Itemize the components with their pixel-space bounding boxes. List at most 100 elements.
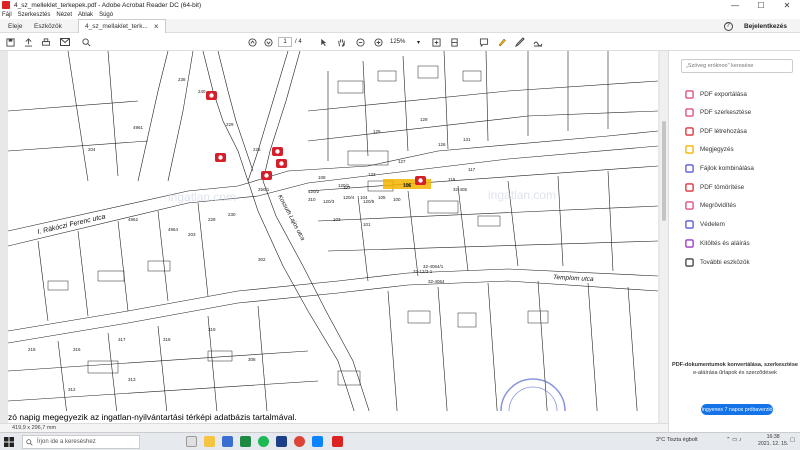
- word-icon[interactable]: [222, 436, 233, 447]
- acrobat-app-icon: [2, 1, 10, 9]
- parcel-number-label: 302: [258, 257, 266, 262]
- cadastral-map: 106 I. Rákóczi Ferenc utca Templom utca …: [8, 51, 658, 423]
- page-number-input[interactable]: 1: [278, 37, 292, 47]
- messenger-icon[interactable]: [276, 436, 287, 447]
- chrome-icon[interactable]: [294, 436, 305, 447]
- fill-sign-icon: [685, 238, 694, 248]
- tool-item-label: PDF szerkesztése: [700, 108, 752, 116]
- parcel-number-label: 4964: [168, 227, 179, 232]
- page-up-icon[interactable]: [246, 36, 258, 48]
- tool-item-8[interactable]: Kitöltés és aláírás: [685, 237, 750, 249]
- taskbar-clock[interactable]: 16:38 2021. 12. 15.: [758, 434, 788, 448]
- fit-page-icon[interactable]: [430, 36, 442, 48]
- create-pdf-icon: [685, 126, 694, 136]
- parcel-number-label: 104: [360, 195, 368, 200]
- excel-icon[interactable]: [240, 436, 251, 447]
- parcel-number-label: 204: [88, 147, 96, 152]
- search-icon[interactable]: [80, 36, 92, 48]
- parcel-number-label: 317: [118, 337, 126, 342]
- maximize-button[interactable]: ☐: [748, 0, 774, 10]
- tool-item-6[interactable]: Megrövidítés: [685, 199, 736, 211]
- street-label-kossuth: Kossuth Lajos utca: [276, 194, 305, 242]
- parcel-number-label: 126: [438, 142, 446, 147]
- zoom-out-icon[interactable]: [354, 36, 366, 48]
- hand-tool-icon[interactable]: [336, 36, 346, 48]
- help-icon: ?: [723, 21, 733, 31]
- print-icon[interactable]: [40, 36, 52, 48]
- minimize-button[interactable]: —: [722, 0, 748, 10]
- taskbar-search-box[interactable]: Írjon ide a kereséshez: [22, 435, 140, 449]
- parcel-number-label: 32-405: [453, 187, 468, 192]
- window-title: 4_sz_melleklet_terkepek.pdf - Adobe Acro…: [14, 1, 202, 9]
- tool-item-0[interactable]: PDF exportálása: [685, 88, 747, 100]
- scroll-mode-icon[interactable]: [448, 36, 460, 48]
- fill-sign-toolbar-icon[interactable]: [532, 36, 544, 48]
- email-icon[interactable]: [59, 36, 71, 48]
- save-icon[interactable]: [4, 36, 16, 48]
- parcel-number-label: 229: [226, 122, 234, 127]
- tool-item-1[interactable]: PDF szerkesztése: [685, 106, 751, 118]
- system-tray-icons[interactable]: ⌃ ▭ ♪: [726, 437, 742, 443]
- select-cursor-icon[interactable]: [318, 36, 328, 48]
- combine-files-icon: [685, 163, 694, 173]
- acrobat-taskbar-icon[interactable]: [332, 436, 343, 447]
- location-marker-dot: [264, 173, 269, 178]
- parcel-number-label: 240: [198, 89, 206, 94]
- parcel-number-label: 127: [398, 159, 406, 164]
- close-window-button[interactable]: ✕: [774, 0, 800, 10]
- tool-search-input[interactable]: [681, 59, 793, 73]
- highlight-icon[interactable]: [496, 36, 508, 48]
- notification-icon[interactable]: ▢: [790, 437, 795, 443]
- scrollbar-thumb[interactable]: [662, 121, 666, 221]
- tool-item-5[interactable]: PDF tömörítése: [685, 181, 744, 193]
- tool-item-3[interactable]: Megjegyzés: [685, 143, 734, 155]
- upload-icon[interactable]: [22, 36, 34, 48]
- tool-item-label: Védelem: [700, 220, 725, 228]
- tool-item-9[interactable]: További eszközök: [685, 256, 750, 268]
- menu-edit[interactable]: Szerkesztés: [18, 12, 51, 18]
- menu-file[interactable]: Fájl: [2, 12, 12, 18]
- weather-status[interactable]: 3°C Tiszta égbolt: [656, 437, 698, 443]
- sign-in-link[interactable]: Bejelentkezés: [744, 19, 787, 33]
- page-size-readout: 419,9 x 296,7 mm: [12, 425, 57, 431]
- parcel-number-label: 32-12/3-1: [413, 269, 433, 274]
- tool-item-2[interactable]: PDF létrehozása: [685, 125, 747, 137]
- parcel-lines: [8, 51, 658, 423]
- windows-start-icon[interactable]: [4, 437, 14, 447]
- parcel-number-label: 226: [253, 147, 261, 152]
- parcel-number-label: 101: [363, 222, 371, 227]
- file-explorer-icon[interactable]: [204, 436, 215, 447]
- redact-icon: [685, 200, 694, 210]
- zoom-level-value: 125%: [390, 39, 406, 45]
- menu-help[interactable]: Súgó: [99, 12, 113, 18]
- edge-icon[interactable]: [312, 436, 323, 447]
- free-trial-button[interactable]: Ingyenes 7 napos próbaverzió: [701, 404, 773, 415]
- draw-icon[interactable]: [514, 36, 526, 48]
- tool-item-label: PDF exportálása: [700, 90, 747, 98]
- clock-date: 2021. 12. 15.: [758, 441, 789, 447]
- tab-document[interactable]: 4_sz_mellaklet_terk... ×: [78, 19, 166, 33]
- menu-view[interactable]: Nézet: [56, 12, 72, 18]
- tab-close-icon[interactable]: ×: [154, 22, 159, 31]
- task-view-icon[interactable]: [186, 436, 197, 447]
- protect-icon: [685, 219, 694, 229]
- spotify-icon[interactable]: [258, 436, 269, 447]
- help-button[interactable]: ?: [722, 19, 734, 33]
- parcel-number-label: 310: [308, 197, 316, 202]
- tab-tools[interactable]: Eszközök: [34, 19, 62, 33]
- vertical-scrollbar[interactable]: [660, 51, 668, 423]
- tab-home[interactable]: Eleje: [8, 19, 22, 33]
- location-markers: [206, 91, 426, 185]
- tool-item-7[interactable]: Védelem: [685, 218, 725, 230]
- tool-item-4[interactable]: Fájlok kombinálása: [685, 162, 754, 174]
- watermark-text-2: ingatlan.com: [168, 190, 236, 204]
- comment-icon[interactable]: [478, 36, 490, 48]
- page-down-icon[interactable]: [262, 36, 274, 48]
- tool-item-label: Fájlok kombinálása: [700, 164, 754, 172]
- zoom-in-icon[interactable]: [372, 36, 384, 48]
- parcel-number-label: 105: [378, 195, 386, 200]
- zoom-level-dropdown[interactable]: 125% ▾: [388, 37, 422, 47]
- menu-window[interactable]: Ablak: [78, 12, 93, 18]
- parcel-number-label: 117: [468, 167, 476, 172]
- location-marker-dot: [218, 155, 223, 160]
